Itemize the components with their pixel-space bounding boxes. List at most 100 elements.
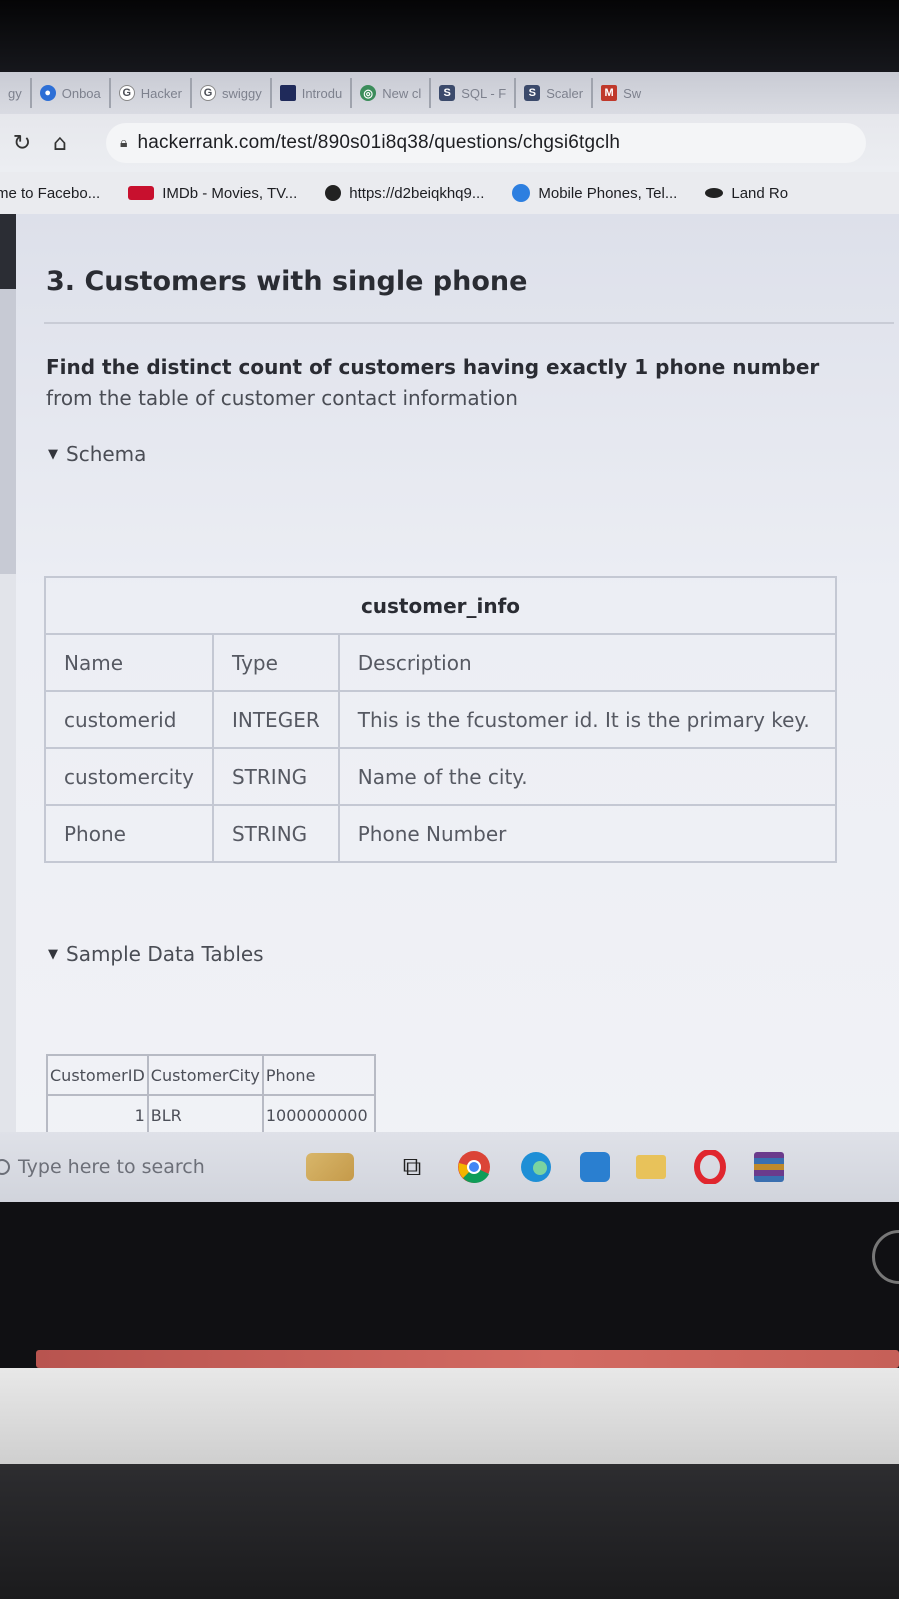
page-icon (279, 85, 296, 101)
column-header: Description (337, 633, 838, 692)
tab-label: Introdu (301, 85, 343, 101)
table-header-row: Name Type Description (44, 633, 838, 692)
tab-intro[interactable]: Introdu (272, 78, 353, 108)
tab-label: Scaler (546, 85, 584, 101)
windows-taskbar: Type here to search ⧉ (0, 1132, 899, 1202)
table-cell: 1 (46, 1094, 149, 1136)
store-icon[interactable] (580, 1152, 610, 1182)
table-cell: INTEGER (211, 690, 340, 749)
tab-label: Sw (623, 85, 642, 101)
google-icon: G (199, 85, 216, 101)
browser-tab-strip: gy ● Onboa G Hacker G swiggy Introdu ◎ N… (0, 72, 899, 114)
question-title: 3. Customers with single phone (46, 266, 528, 297)
bookmark-label: IMDb - Movies, TV... (162, 184, 298, 202)
bookmark-land-rover[interactable]: Land Ro (705, 185, 788, 202)
bookmark-imdb[interactable]: IMDb - Movies, TV... (128, 185, 297, 202)
task-view-icon[interactable]: ⧉ (394, 1149, 430, 1185)
bookmark-mobile-phones[interactable]: Mobile Phones, Tel... (512, 184, 677, 202)
question-emphasis: Find the distinct count of customers hav… (46, 355, 820, 379)
imdb-icon (128, 186, 155, 200)
new-tab-icon: ◎ (360, 85, 377, 101)
column-header: Phone (261, 1054, 376, 1096)
table-cell: customerid (44, 690, 214, 749)
tab-partial[interactable]: gy (0, 78, 32, 108)
scaler-icon: S (439, 85, 456, 101)
table-header-row: CustomerID CustomerCity Phone (46, 1054, 376, 1096)
tab-gmail[interactable]: M Sw (593, 78, 649, 108)
sample-toggle-label: Sample Data Tables (66, 942, 264, 966)
question-rest: from the table of customer contact infor… (46, 386, 518, 410)
tab-label: Onboa (61, 85, 101, 101)
gmail-icon: M (601, 85, 618, 101)
taskbar-search[interactable]: Type here to search (0, 1156, 280, 1178)
table-row: customercity STRING Name of the city. (44, 747, 838, 806)
address-bar: ↻ ⌂ 🔒︎ hackerrank.com/test/890s01i8q38/q… (0, 114, 899, 172)
laptop-edge (0, 1464, 899, 1599)
tab-new-chat[interactable]: ◎ New cl (352, 78, 432, 108)
sample-data-toggle[interactable]: ▼ Sample Data Tables (48, 942, 264, 966)
lock-icon: 🔒︎ (120, 135, 128, 151)
url-field[interactable]: 🔒︎ hackerrank.com/test/890s01i8q38/quest… (106, 123, 866, 163)
laptop-deck (0, 1368, 899, 1464)
edge-icon[interactable] (518, 1149, 554, 1185)
tab-label: Hacker (140, 85, 182, 101)
tab-scaler[interactable]: S Scaler (516, 78, 594, 108)
bookmark-label: https://d2beiqkhq9... (349, 184, 485, 202)
table-name: customer_info (44, 576, 837, 635)
bookmarks-bar: me to Facebo... IMDb - Movies, TV... htt… (0, 172, 899, 214)
table-cell: BLR (146, 1094, 264, 1136)
tab-label: SQL - F (461, 85, 507, 101)
tab-label: New cl (382, 85, 422, 101)
screen-bezel (0, 0, 899, 72)
bookmark-facebook[interactable]: me to Facebo... (0, 185, 100, 202)
caret-down-icon: ▼ (48, 946, 58, 962)
tab-sql[interactable]: S SQL - F (431, 78, 517, 108)
home-icon[interactable]: ⌂ (44, 127, 76, 159)
onboarding-icon: ● (39, 85, 56, 101)
globe-icon (325, 185, 342, 201)
weather-icon[interactable] (306, 1153, 354, 1181)
google-icon: G (118, 85, 135, 101)
bookmark-link[interactable]: https://d2beiqkhq9... (325, 185, 484, 202)
table-caption-row: customer_info (44, 576, 837, 635)
url-text: hackerrank.com/test/890s01i8q38/question… (137, 132, 621, 153)
tab-swiggy[interactable]: G swiggy (192, 78, 272, 108)
table-cell: This is the fcustomer id. It is the prim… (337, 690, 838, 749)
search-icon (0, 1159, 10, 1175)
site-icon (512, 184, 531, 202)
schema-table: customer_info Name Type Description cust… (44, 576, 838, 863)
table-cell: Phone (44, 804, 214, 863)
table-cell: customercity (44, 747, 214, 806)
table-cell: 1000000000 (261, 1094, 376, 1136)
column-header: CustomerCity (146, 1054, 264, 1096)
table-cell: STRING (211, 804, 340, 863)
schema-toggle-label: Schema (66, 442, 147, 466)
bookmark-label: Mobile Phones, Tel... (538, 184, 678, 202)
table-row: customerid INTEGER This is the fcustomer… (44, 690, 838, 749)
title-divider (44, 322, 894, 324)
tab-onboarding[interactable]: ● Onboa (32, 78, 111, 108)
scaler-icon: S (524, 85, 541, 101)
file-explorer-icon[interactable] (636, 1155, 666, 1179)
table-cell: STRING (211, 747, 340, 806)
tab-label: swiggy (221, 85, 262, 101)
schema-toggle[interactable]: ▼ Schema (48, 442, 146, 466)
bookmark-label: Land Ro (731, 184, 789, 202)
left-sidebar-edge (0, 214, 16, 1174)
tab-hacker[interactable]: G Hacker (111, 78, 192, 108)
opera-icon[interactable] (692, 1149, 728, 1185)
winrar-icon[interactable] (754, 1152, 784, 1182)
reload-icon[interactable]: ↻ (6, 127, 38, 159)
column-header: CustomerID (46, 1054, 149, 1096)
laptop-hinge-accent (36, 1350, 899, 1368)
table-cell: Phone Number (337, 804, 838, 863)
land-rover-icon (705, 188, 724, 198)
bookmark-label: me to Facebo... (0, 184, 101, 202)
page-content: 3. Customers with single phone Find the … (0, 214, 899, 1174)
sample-data-table: CustomerID CustomerCity Phone 1 BLR 1000… (46, 1054, 376, 1136)
search-placeholder: Type here to search (18, 1156, 205, 1178)
chrome-icon[interactable] (456, 1149, 492, 1185)
table-row: Phone STRING Phone Number (44, 804, 838, 863)
question-description: Find the distinct count of customers hav… (46, 352, 866, 414)
table-cell: Name of the city. (337, 747, 838, 806)
